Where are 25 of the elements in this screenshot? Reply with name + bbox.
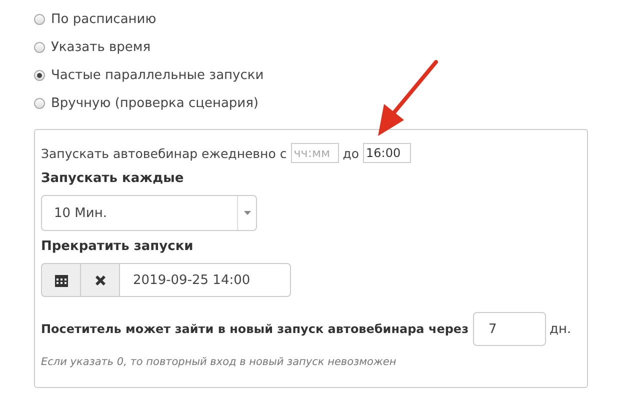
option-label[interactable]: Указать время <box>51 40 151 54</box>
to-label: до <box>342 146 360 160</box>
interval-dropdown[interactable]: 10 Мин. <box>41 195 257 231</box>
radio-button[interactable] <box>34 98 45 108</box>
radio-button[interactable] <box>34 70 45 80</box>
from-time-field[interactable]: чч:мм <box>290 143 339 163</box>
date-field[interactable]: 2019-09-25 14:00 <box>119 263 291 297</box>
calendar-button[interactable] <box>41 263 80 297</box>
option-label[interactable]: Вручную (проверка сценария) <box>51 96 259 110</box>
daily-label: Запускать автовебинар ежедневно с <box>41 146 287 160</box>
radio-button[interactable] <box>34 14 45 24</box>
revisit-label: Посетитель может зайти в новый запуск автовебинара через <box>41 322 469 336</box>
hint-text: Если указать 0, то повторный вход в новый запуск невозможен <box>41 356 398 368</box>
radio-button[interactable] <box>34 42 45 52</box>
to-time-field[interactable]: 16:00 <box>363 143 412 163</box>
interval-label: Запускать каждые <box>41 171 185 186</box>
caret-icon <box>244 211 250 215</box>
calendar-icon <box>54 274 68 286</box>
days-field[interactable]: 7 <box>472 312 546 346</box>
clear-button[interactable] <box>80 263 119 297</box>
close-icon <box>94 274 106 286</box>
days-unit: дн. <box>550 322 572 336</box>
stop-label: Прекратить запуски <box>41 239 194 254</box>
option-label[interactable]: По расписанию <box>51 12 156 26</box>
option-label[interactable]: Частые параллельные запуски <box>51 68 264 82</box>
